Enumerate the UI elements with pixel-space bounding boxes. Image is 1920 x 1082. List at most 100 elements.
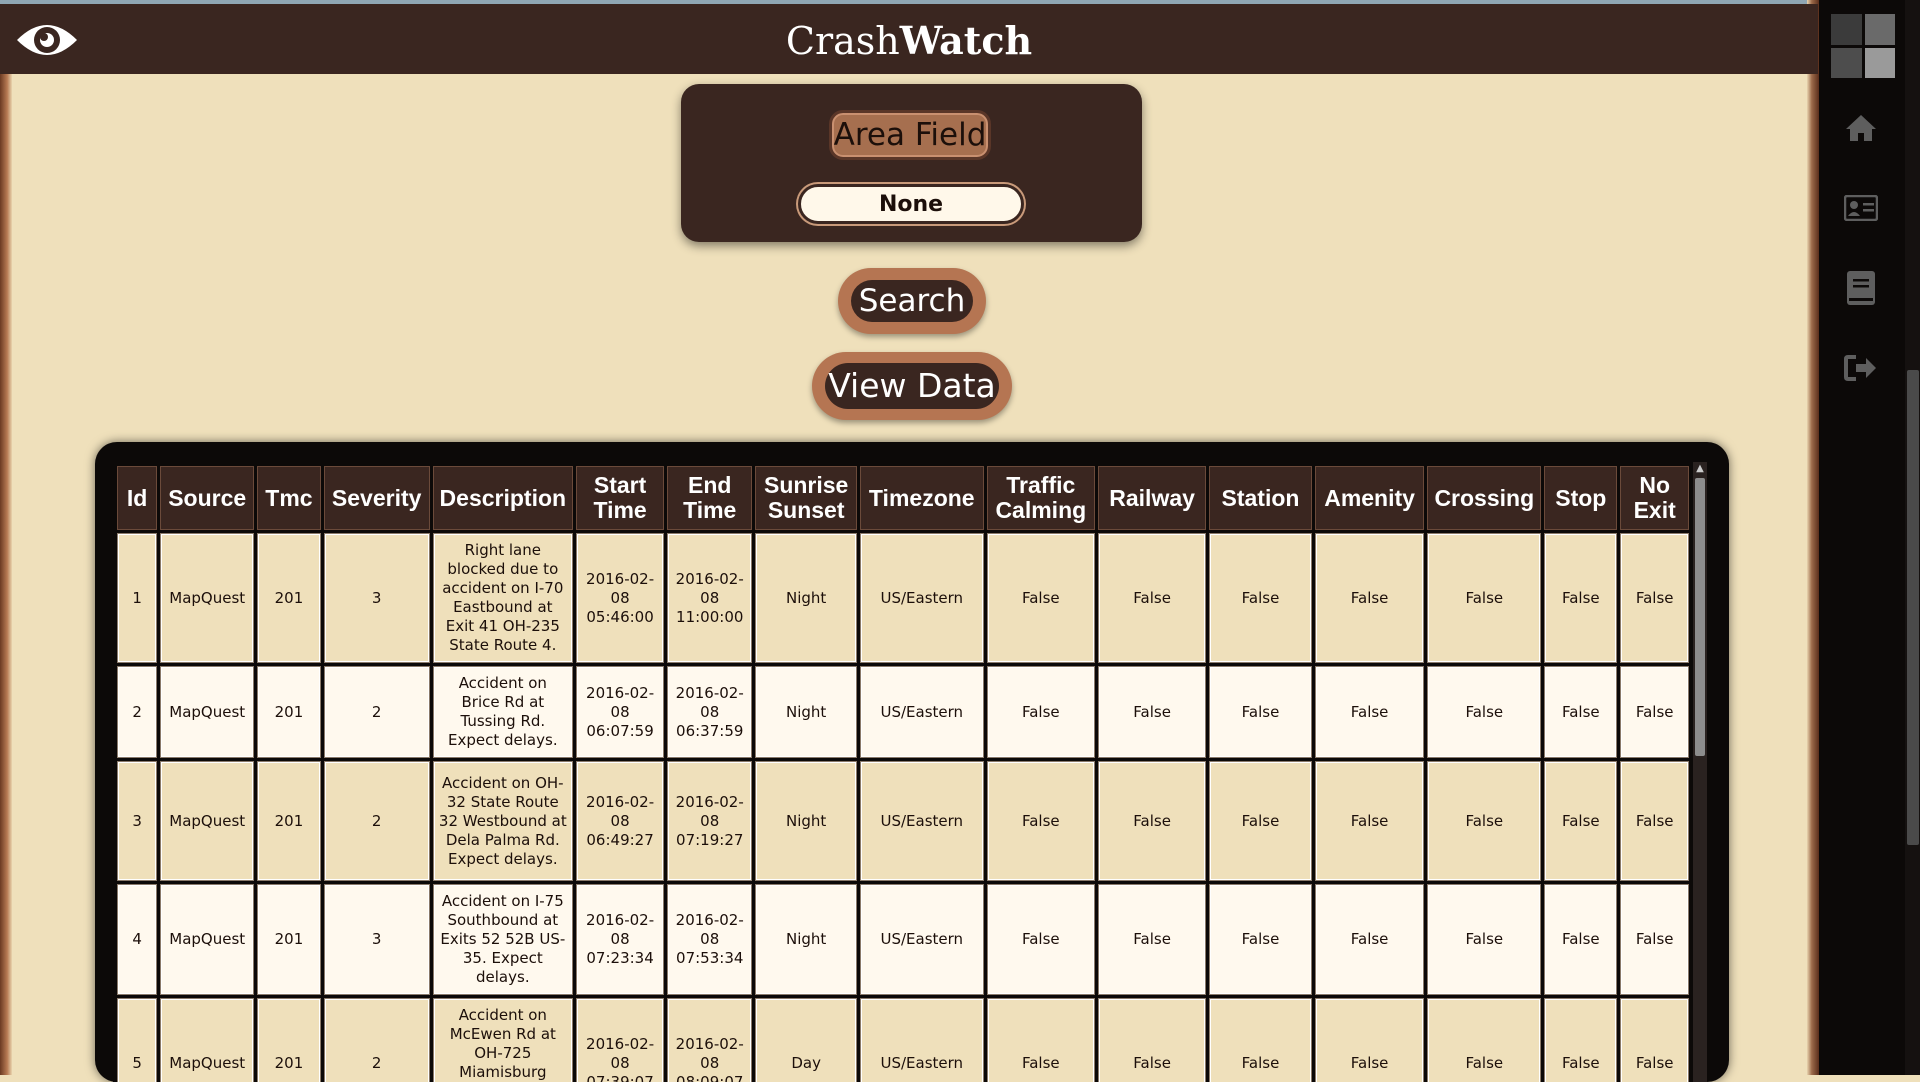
cell-end-time: 2016-02-08 07:53:34 — [668, 885, 752, 994]
cell-id: 1 — [118, 534, 157, 662]
cell-amenity: False — [1315, 762, 1424, 880]
table-row[interactable]: 4 MapQuest 201 3 Accident on I-75 Southb… — [118, 885, 1688, 994]
cell-severity: 3 — [324, 534, 429, 662]
cell-tmc: 201 — [258, 667, 320, 757]
cell-crossing: False — [1428, 762, 1541, 880]
book-icon[interactable] — [1841, 268, 1881, 308]
cell-timezone: US/Eastern — [860, 885, 983, 994]
cell-timezone: US/Eastern — [860, 667, 983, 757]
cell-traffic-calming: False — [987, 762, 1095, 880]
contact-card-icon[interactable] — [1841, 188, 1881, 228]
cell-description: Accident on McEwen Rd at OH-725 Miamisbu… — [433, 999, 573, 1082]
cell-station: False — [1210, 999, 1311, 1082]
cell-railway: False — [1099, 762, 1206, 880]
column-header-description[interactable]: Description — [433, 467, 573, 529]
column-header-sunrise-sunset[interactable]: Sunrise Sunset — [756, 467, 856, 529]
title-light-part: Crash — [785, 19, 900, 63]
cell-end-time: 2016-02-08 07:19:27 — [668, 762, 752, 880]
cell-end-time: 2016-02-08 06:37:59 — [668, 667, 752, 757]
view-data-button[interactable]: View Data — [812, 352, 1012, 420]
column-header-railway[interactable]: Railway — [1099, 467, 1206, 529]
cell-tmc: 201 — [258, 885, 320, 994]
cell-traffic-calming: False — [987, 999, 1095, 1082]
column-header-traffic-calming[interactable]: Traffic Calming — [987, 467, 1095, 529]
data-table-scroll-area[interactable]: Id Source Tmc Severity Description Start… — [113, 462, 1693, 1082]
cell-amenity: False — [1315, 667, 1424, 757]
cell-source: MapQuest — [161, 885, 254, 994]
cell-traffic-calming: False — [987, 534, 1095, 662]
cell-timezone: US/Eastern — [860, 999, 983, 1082]
cell-source: MapQuest — [161, 999, 254, 1082]
menu-grid-icon[interactable] — [1831, 14, 1895, 78]
page-scrollbar-thumb[interactable] — [1907, 370, 1919, 845]
home-icon[interactable] — [1841, 108, 1881, 148]
view-data-button-label: View Data — [825, 363, 999, 409]
search-button[interactable]: Search — [838, 268, 986, 334]
column-header-no-exit[interactable]: No Exit — [1621, 467, 1688, 529]
sign-out-icon[interactable] — [1841, 348, 1881, 388]
table-row[interactable]: 1 MapQuest 201 3 Right lane blocked due … — [118, 534, 1688, 662]
column-header-timezone[interactable]: Timezone — [860, 467, 983, 529]
column-header-amenity[interactable]: Amenity — [1315, 467, 1424, 529]
cell-stop: False — [1545, 885, 1617, 994]
table-scrollbar[interactable]: ▲ — [1693, 462, 1707, 1082]
cell-station: False — [1210, 885, 1311, 994]
cell-source: MapQuest — [161, 762, 254, 880]
cell-no-exit: False — [1621, 885, 1688, 994]
cell-description: Accident on I-75 Southbound at Exits 52 … — [433, 885, 573, 994]
area-field-select[interactable]: None — [798, 184, 1024, 224]
column-header-source[interactable]: Source — [161, 467, 254, 529]
app-header: CrashWatch — [0, 4, 1818, 74]
column-header-stop[interactable]: Stop — [1545, 467, 1617, 529]
table-scrollbar-thumb[interactable] — [1695, 478, 1705, 756]
table-row[interactable]: 5 MapQuest 201 2 Accident on McEwen Rd a… — [118, 999, 1688, 1082]
cell-start-time: 2016-02-08 06:07:59 — [577, 667, 664, 757]
cell-id: 5 — [118, 999, 157, 1082]
cell-no-exit: False — [1621, 534, 1688, 662]
scroll-up-arrow-icon[interactable]: ▲ — [1693, 462, 1707, 476]
cell-amenity: False — [1315, 999, 1424, 1082]
search-button-label: Search — [851, 280, 973, 322]
table-header-row: Id Source Tmc Severity Description Start… — [118, 467, 1688, 529]
cell-id: 4 — [118, 885, 157, 994]
cell-stop: False — [1545, 667, 1617, 757]
area-field-button[interactable]: Area Field — [829, 110, 991, 160]
column-header-start-time[interactable]: Start Time — [577, 467, 664, 529]
title-bold-part: Watch — [899, 18, 1033, 63]
cell-railway: False — [1099, 885, 1206, 994]
cell-crossing: False — [1428, 534, 1541, 662]
column-header-crossing[interactable]: Crossing — [1428, 467, 1541, 529]
cell-station: False — [1210, 667, 1311, 757]
cell-no-exit: False — [1621, 667, 1688, 757]
cell-sunrise-sunset: Night — [756, 534, 856, 662]
cell-id: 2 — [118, 667, 157, 757]
column-header-id[interactable]: Id — [118, 467, 157, 529]
column-header-station[interactable]: Station — [1210, 467, 1311, 529]
cell-start-time: 2016-02-08 07:23:34 — [577, 885, 664, 994]
column-header-end-time[interactable]: End Time — [668, 467, 752, 529]
page-title: CrashWatch — [0, 18, 1818, 63]
cell-severity: 2 — [324, 667, 429, 757]
cell-traffic-calming: False — [987, 667, 1095, 757]
cell-railway: False — [1099, 534, 1206, 662]
cell-sunrise-sunset: Night — [756, 667, 856, 757]
cell-timezone: US/Eastern — [860, 534, 983, 662]
accidents-table: Id Source Tmc Severity Description Start… — [113, 462, 1693, 1082]
cell-traffic-calming: False — [987, 885, 1095, 994]
table-row[interactable]: 3 MapQuest 201 2 Accident on OH-32 State… — [118, 762, 1688, 880]
cell-station: False — [1210, 534, 1311, 662]
cell-crossing: False — [1428, 667, 1541, 757]
column-header-tmc[interactable]: Tmc — [258, 467, 320, 529]
table-row[interactable]: 2 MapQuest 201 2 Accident on Brice Rd at… — [118, 667, 1688, 757]
column-header-severity[interactable]: Severity — [324, 467, 429, 529]
cell-description: Right lane blocked due to accident on I-… — [433, 534, 573, 662]
cell-start-time: 2016-02-08 06:49:27 — [577, 762, 664, 880]
cell-start-time: 2016-02-08 05:46:00 — [577, 534, 664, 662]
cell-stop: False — [1545, 762, 1617, 880]
cell-railway: False — [1099, 667, 1206, 757]
cell-description: Accident on Brice Rd at Tussing Rd. Expe… — [433, 667, 573, 757]
cell-start-time: 2016-02-08 07:39:07 — [577, 999, 664, 1082]
cell-end-time: 2016-02-08 11:00:00 — [668, 534, 752, 662]
cell-severity: 2 — [324, 762, 429, 880]
data-table-panel: Id Source Tmc Severity Description Start… — [95, 442, 1729, 1082]
